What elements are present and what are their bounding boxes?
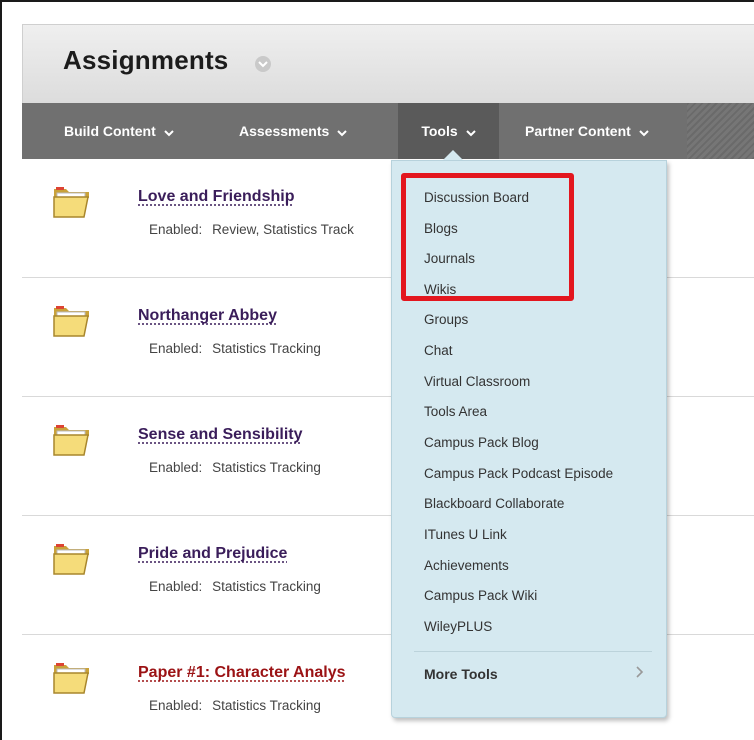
tools-item-discussion-board[interactable]: Discussion Board [424, 190, 529, 205]
tools-item-journals[interactable]: Journals [424, 251, 475, 266]
item-title-link[interactable]: Pride and Prejudice [138, 545, 287, 563]
chevron-down-icon [639, 104, 649, 160]
chevron-down-icon [337, 104, 347, 160]
tools-item-achievements[interactable]: Achievements [424, 558, 509, 573]
tools-item-wileyplus[interactable]: WileyPLUS [424, 619, 492, 634]
menu-assessments-label: Assessments [239, 123, 330, 139]
tools-item-wikis[interactable]: Wikis [424, 282, 456, 297]
tools-item-virtual-classroom[interactable]: Virtual Classroom [424, 374, 530, 389]
enabled-label: Enabled: [149, 579, 203, 594]
page-header: Assignments [22, 24, 754, 104]
item-title-link[interactable]: Northanger Abbey [138, 307, 277, 325]
enabled-value: Statistics Tracking [212, 341, 321, 356]
enabled-label: Enabled: [149, 222, 203, 237]
folder-icon [53, 306, 89, 337]
enabled-value: Statistics Tracking [212, 698, 321, 713]
item-enabled-info: Enabled: Statistics Tracking [149, 460, 321, 475]
menu-partner-content[interactable]: Partner Content [525, 103, 649, 159]
menu-build-content[interactable]: Build Content [64, 103, 174, 159]
menu-assessments[interactable]: Assessments [239, 103, 347, 159]
enabled-label: Enabled: [149, 698, 203, 713]
enabled-value: Statistics Tracking [212, 460, 321, 475]
title-options-chevron-icon[interactable] [255, 56, 271, 72]
folder-icon [53, 663, 89, 694]
chevron-down-icon [164, 104, 174, 160]
folder-icon [53, 187, 89, 218]
window-frame: Assignments Build Content Assessments To… [0, 0, 754, 740]
enabled-value: Review, Statistics Track [212, 222, 354, 237]
menu-partner-content-label: Partner Content [525, 123, 631, 139]
item-enabled-info: Enabled: Statistics Tracking [149, 579, 321, 594]
tools-item-campus-pack-blog[interactable]: Campus Pack Blog [424, 435, 539, 450]
menu-divider [414, 651, 652, 652]
tools-item-campus-pack-wiki[interactable]: Campus Pack Wiki [424, 588, 537, 603]
chevron-right-icon [636, 666, 644, 678]
tools-item-groups[interactable]: Groups [424, 312, 468, 327]
dropdown-pointer [443, 150, 463, 160]
tools-dropdown-menu: Discussion Board Blogs Journals Wikis Gr… [391, 160, 667, 718]
enabled-value: Statistics Tracking [212, 579, 321, 594]
menubar-hatch [687, 103, 754, 159]
tools-item-blogs[interactable]: Blogs [424, 221, 458, 236]
chevron-down-icon [465, 104, 476, 160]
enabled-label: Enabled: [149, 460, 203, 475]
page-title: Assignments [63, 45, 229, 75]
enabled-label: Enabled: [149, 341, 203, 356]
content-menubar: Build Content Assessments Tools Partner … [22, 103, 754, 159]
item-enabled-info: Enabled: Statistics Tracking [149, 698, 321, 713]
tools-item-campus-pack-podcast-episode[interactable]: Campus Pack Podcast Episode [424, 466, 613, 481]
item-title-link[interactable]: Love and Friendship [138, 188, 294, 206]
tools-item-chat[interactable]: Chat [424, 343, 453, 358]
item-title-link[interactable]: Sense and Sensibility [138, 426, 303, 444]
more-tools-button[interactable]: More Tools [424, 666, 644, 682]
folder-icon [53, 544, 89, 575]
folder-icon [53, 425, 89, 456]
menu-build-content-label: Build Content [64, 123, 156, 139]
menu-tools-label: Tools [421, 123, 458, 139]
item-enabled-info: Enabled: Statistics Tracking [149, 341, 321, 356]
item-enabled-info: Enabled: Review, Statistics Track [149, 222, 354, 237]
tools-item-itunes-u-link[interactable]: ITunes U Link [424, 527, 507, 542]
tools-item-blackboard-collaborate[interactable]: Blackboard Collaborate [424, 496, 564, 511]
item-title-link[interactable]: Paper #1: Character Analys [138, 664, 346, 682]
tools-item-tools-area[interactable]: Tools Area [424, 404, 487, 419]
